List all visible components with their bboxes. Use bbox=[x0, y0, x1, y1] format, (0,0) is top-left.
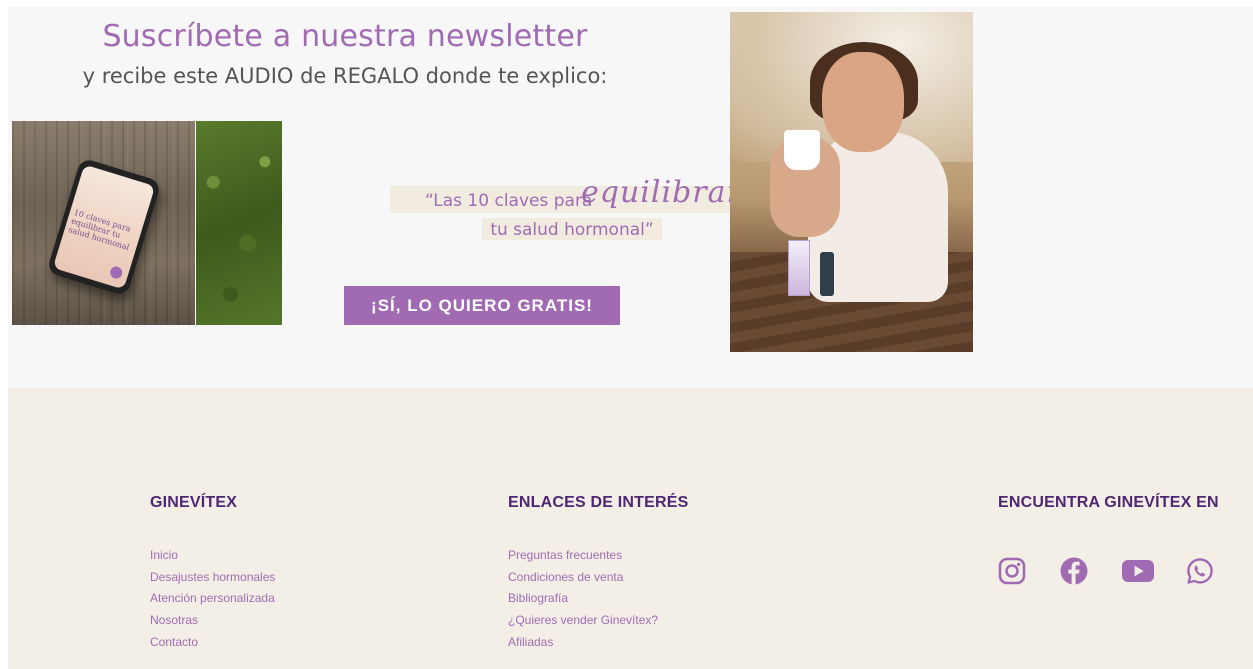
phone-badge-icon bbox=[108, 265, 124, 281]
footer-link-inicio[interactable]: Inicio bbox=[150, 548, 178, 562]
facebook-icon[interactable] bbox=[1060, 557, 1088, 585]
footer-link-atencion[interactable]: Atención personalizada bbox=[150, 591, 275, 605]
footer-link-nosotras[interactable]: Nosotras bbox=[150, 613, 198, 627]
site-footer: GINEVÍTEX Inicio Desajustes hormonales A… bbox=[8, 388, 1253, 669]
photo-product-box bbox=[788, 240, 810, 296]
footer-link-item: Contacto bbox=[150, 633, 275, 655]
footer-link-bibliography[interactable]: Bibliografía bbox=[508, 591, 568, 605]
footer-link-item: Inicio bbox=[150, 546, 275, 568]
newsletter-title: Suscríbete a nuestra newsletter bbox=[102, 19, 588, 54]
footer-link-item: Atención personalizada bbox=[150, 589, 275, 611]
footer-link-desajustes[interactable]: Desajustes hormonales bbox=[150, 570, 275, 584]
photo-product-bottle bbox=[820, 252, 834, 296]
footer-link-item: Condiciones de venta bbox=[508, 568, 658, 590]
photo-face bbox=[822, 52, 904, 152]
footer-link-item: ¿Quieres vender Ginevítex? bbox=[508, 611, 658, 633]
newsletter-section: Suscríbete a nuestra newsletter y recibe… bbox=[8, 7, 1253, 388]
phone-on-wood-image: 10 claves para equilibrar tu salud hormo… bbox=[12, 121, 282, 325]
footer-link-item: Nosotras bbox=[150, 611, 275, 633]
get-free-audio-button[interactable]: ¡SÍ, LO QUIERO GRATIS! bbox=[344, 286, 620, 325]
youtube-icon[interactable] bbox=[1122, 557, 1154, 585]
footer-link-contacto[interactable]: Contacto bbox=[150, 635, 198, 649]
quote-line-1: “Las 10 claves para bbox=[425, 191, 593, 211]
footer-interest-links: Preguntas frecuentes Condiciones de vent… bbox=[508, 546, 658, 654]
grass-background bbox=[196, 121, 282, 325]
phone-cover-text: 10 claves para equilibrar tu salud hormo… bbox=[67, 207, 132, 253]
newsletter-subtitle: y recibe este AUDIO de REGALO donde te e… bbox=[82, 64, 608, 88]
quote-line-2: tu salud hormonal” bbox=[490, 220, 654, 240]
footer-link-faq[interactable]: Preguntas frecuentes bbox=[508, 548, 622, 562]
footer-link-item: Preguntas frecuentes bbox=[508, 546, 658, 568]
footer-link-item: Afiliadas bbox=[508, 633, 658, 655]
social-icons bbox=[998, 557, 1213, 587]
whatsapp-icon[interactable] bbox=[1186, 557, 1214, 585]
woman-with-cup-photo bbox=[730, 12, 973, 352]
footer-brand-links: Inicio Desajustes hormonales Atención pe… bbox=[150, 546, 275, 654]
footer-link-sell[interactable]: ¿Quieres vender Ginevítex? bbox=[508, 613, 658, 627]
footer-interest-heading: ENLACES DE INTERÉS bbox=[508, 494, 689, 511]
footer-link-affiliates[interactable]: Afiliadas bbox=[508, 635, 553, 649]
photo-cup bbox=[784, 130, 820, 170]
instagram-icon[interactable] bbox=[998, 557, 1026, 585]
quote-script-word: equilibrar bbox=[581, 175, 742, 210]
footer-brand-heading: GINEVÍTEX bbox=[150, 494, 238, 511]
page: Suscríbete a nuestra newsletter y recibe… bbox=[0, 0, 1253, 669]
footer-link-item: Desajustes hormonales bbox=[150, 568, 275, 590]
footer-link-item: Bibliografía bbox=[508, 589, 658, 611]
footer-link-conditions[interactable]: Condiciones de venta bbox=[508, 570, 623, 584]
footer-social-heading: ENCUENTRA GINEVÍTEX EN bbox=[998, 494, 1219, 511]
